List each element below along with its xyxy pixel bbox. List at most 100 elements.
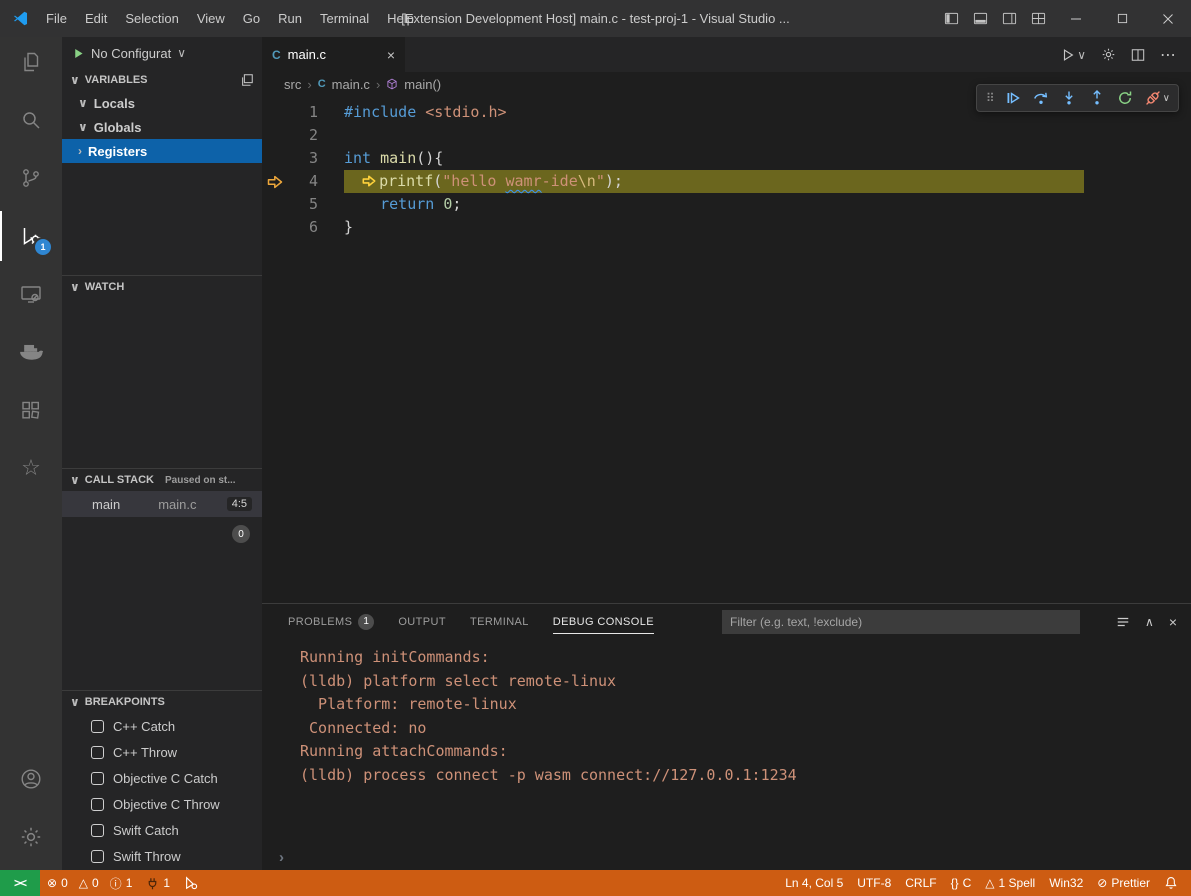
spell-label: 1 Spell bbox=[999, 876, 1036, 890]
breakpoint-gutter[interactable] bbox=[262, 101, 288, 124]
breakpoint-gutter[interactable] bbox=[262, 216, 288, 239]
code-token: #include bbox=[344, 103, 416, 121]
scope-locals[interactable]: ∨ Locals bbox=[62, 91, 262, 115]
language-indicator[interactable]: {} C bbox=[944, 870, 979, 896]
breadcrumb-folder[interactable]: src bbox=[284, 77, 301, 92]
titlebar: FileEditSelectionViewGoRunTerminalHelp [… bbox=[0, 0, 1191, 37]
formatter-indicator[interactable]: ⊘ Prettier bbox=[1090, 870, 1157, 896]
platform-indicator[interactable]: Win32 bbox=[1042, 870, 1090, 896]
breakpoint-checkbox[interactable] bbox=[91, 798, 104, 811]
breakpoint-gutter[interactable] bbox=[262, 124, 288, 147]
continue-button[interactable] bbox=[999, 85, 1027, 111]
step-over-button[interactable] bbox=[1027, 85, 1055, 111]
step-into-button[interactable] bbox=[1055, 85, 1083, 111]
breakpoint-checkbox[interactable] bbox=[91, 720, 104, 733]
activitybar-wamr[interactable]: ☆ bbox=[0, 443, 62, 493]
debug-config-dropdown[interactable]: No Configurat ∨ bbox=[62, 37, 262, 69]
menu-file[interactable]: File bbox=[37, 11, 76, 26]
activitybar-docker[interactable] bbox=[0, 327, 62, 377]
breakpoint-checkbox[interactable] bbox=[91, 850, 104, 863]
breakpoint-checkbox[interactable] bbox=[91, 824, 104, 837]
watch-header[interactable]: ∨ WATCH bbox=[62, 276, 262, 298]
menu-edit[interactable]: Edit bbox=[76, 11, 116, 26]
activitybar-source-control[interactable] bbox=[0, 153, 62, 203]
tab-main-c[interactable]: C main.c × bbox=[262, 37, 405, 72]
drag-grip-icon[interactable]: ⠿ bbox=[982, 91, 999, 105]
code-token bbox=[416, 103, 425, 121]
encoding-indicator[interactable]: UTF-8 bbox=[850, 870, 898, 896]
notifications-bell[interactable] bbox=[1157, 870, 1185, 896]
chevron-down-icon[interactable]: ∨ bbox=[1163, 93, 1173, 104]
maximize-panel-icon[interactable]: ∧ bbox=[1145, 615, 1154, 629]
split-editor-icon[interactable] bbox=[1131, 48, 1145, 62]
menu-go[interactable]: Go bbox=[234, 11, 269, 26]
breadcrumb-file[interactable]: main.c bbox=[332, 77, 370, 92]
breakpoints-list: C++ CatchC++ ThrowObjective C CatchObjec… bbox=[62, 713, 262, 869]
code-token: ; bbox=[452, 195, 461, 213]
menu-view[interactable]: View bbox=[188, 11, 234, 26]
call-stack-header[interactable]: ∨ CALL STACK Paused on st... bbox=[62, 469, 262, 491]
breakpoint-checkbox[interactable] bbox=[91, 772, 104, 785]
close-panel-icon[interactable]: × bbox=[1169, 614, 1177, 630]
toggle-panel-icon[interactable] bbox=[966, 0, 995, 37]
activitybar-search[interactable] bbox=[0, 95, 62, 145]
breakpoint-item[interactable]: C++ Catch bbox=[62, 713, 262, 739]
console-filter-input[interactable] bbox=[722, 610, 1080, 634]
breakpoint-item[interactable]: Objective C Catch bbox=[62, 765, 262, 791]
execution-pointer-icon[interactable] bbox=[262, 170, 288, 193]
breakpoint-checkbox[interactable] bbox=[91, 746, 104, 759]
debug-status[interactable] bbox=[177, 870, 205, 896]
collapse-all-icon[interactable] bbox=[240, 73, 254, 87]
activitybar-run-debug[interactable]: 1 bbox=[0, 211, 62, 261]
inline-breakpoint-icon[interactable] bbox=[362, 174, 376, 188]
output-actions-icon[interactable] bbox=[1116, 615, 1130, 629]
console-line: Running attachCommands: bbox=[300, 740, 1191, 764]
scope-globals[interactable]: ∨ Globals bbox=[62, 115, 262, 139]
code-editor[interactable]: 1#include <stdio.h>23int main(){4 printf… bbox=[262, 96, 1191, 603]
breakpoint-item[interactable]: Objective C Throw bbox=[62, 791, 262, 817]
toggle-secondary-sidebar-icon[interactable] bbox=[995, 0, 1024, 37]
ports-status[interactable]: 1 bbox=[139, 870, 177, 896]
activitybar-accounts[interactable] bbox=[0, 754, 62, 804]
debug-console-output[interactable]: Running initCommands:(lldb) platform sel… bbox=[262, 639, 1191, 844]
panel-tab-terminal[interactable]: TERMINAL bbox=[470, 604, 529, 639]
menu-run[interactable]: Run bbox=[269, 11, 311, 26]
breakpoint-item[interactable]: Swift Catch bbox=[62, 817, 262, 843]
toggle-sidebar-icon[interactable] bbox=[937, 0, 966, 37]
customize-layout-icon[interactable] bbox=[1024, 0, 1053, 37]
spell-indicator[interactable]: △ 1 Spell bbox=[978, 870, 1042, 896]
close-window-button[interactable] bbox=[1145, 0, 1191, 37]
breadcrumb-symbol[interactable]: main() bbox=[404, 77, 441, 92]
variables-header[interactable]: ∨ VARIABLES bbox=[62, 69, 262, 91]
close-tab-icon[interactable]: × bbox=[387, 47, 395, 63]
problems-status[interactable]: ⊗ 0 △ 0 ⓘ 1 bbox=[40, 870, 139, 896]
menu-terminal[interactable]: Terminal bbox=[311, 11, 378, 26]
panel-tab-debug-console[interactable]: DEBUG CONSOLE bbox=[553, 604, 654, 639]
breakpoint-item[interactable]: C++ Throw bbox=[62, 739, 262, 765]
breakpoint-gutter[interactable] bbox=[262, 193, 288, 216]
run-or-debug-button[interactable]: ∨ bbox=[1061, 48, 1086, 62]
panel-tab-problems[interactable]: PROBLEMS1 bbox=[288, 604, 374, 639]
restart-button[interactable] bbox=[1111, 85, 1139, 111]
stack-frame-row[interactable]: main main.c 4:5 bbox=[62, 491, 262, 517]
remote-indicator[interactable]: >< bbox=[0, 870, 40, 896]
activitybar-settings[interactable] bbox=[0, 812, 62, 862]
eol-indicator[interactable]: CRLF bbox=[898, 870, 943, 896]
breakpoints-header[interactable]: ∨ BREAKPOINTS bbox=[62, 691, 262, 713]
menu-selection[interactable]: Selection bbox=[116, 11, 187, 26]
activitybar-remote-explorer[interactable] bbox=[0, 269, 62, 319]
step-out-button[interactable] bbox=[1083, 85, 1111, 111]
panel-tab-output[interactable]: OUTPUT bbox=[398, 604, 446, 639]
braces-icon: {} bbox=[951, 876, 959, 890]
debug-console-input[interactable]: › bbox=[262, 844, 1191, 870]
activitybar-extensions[interactable] bbox=[0, 385, 62, 435]
cursor-position[interactable]: Ln 4, Col 5 bbox=[778, 870, 850, 896]
settings-gear-icon[interactable] bbox=[1101, 47, 1116, 62]
more-actions-icon[interactable]: ⋯ bbox=[1160, 45, 1177, 65]
activitybar-explorer[interactable] bbox=[0, 37, 62, 87]
breakpoint-gutter[interactable] bbox=[262, 147, 288, 170]
minimize-button[interactable] bbox=[1053, 0, 1099, 37]
scope-registers[interactable]: › Registers bbox=[62, 139, 262, 163]
maximize-button[interactable] bbox=[1099, 0, 1145, 37]
breakpoint-item[interactable]: Swift Throw bbox=[62, 843, 262, 869]
